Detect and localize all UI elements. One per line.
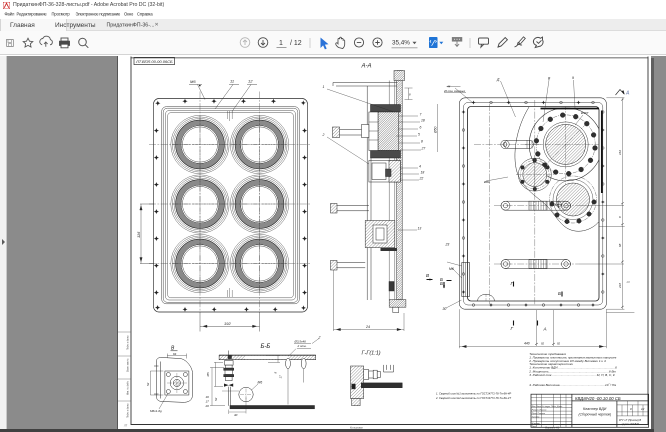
svg-text:20: 20	[205, 404, 210, 408]
svg-text:12: 12	[248, 79, 253, 84]
svg-text:Н.контр.: Н.контр.	[532, 423, 541, 425]
svg-text:М6: М6	[258, 381, 263, 385]
svg-text:24: 24	[365, 325, 370, 329]
svg-text:группа ЛИ-В26: группа ЛИ-В26	[622, 423, 640, 426]
svg-text:20: 20	[626, 280, 631, 284]
svg-text:440: 440	[524, 342, 530, 346]
svg-text:/ 12: / 12	[290, 40, 302, 47]
svg-text:9: 9	[572, 76, 574, 80]
svg-text:92: 92	[557, 342, 561, 346]
svg-text:52: 52	[214, 397, 218, 401]
svg-text:4. Рабочая Величина...........: 4. Рабочая Величина.....................…	[529, 383, 616, 387]
svg-text:92: 92	[541, 342, 545, 346]
svg-text:А: А	[625, 91, 630, 97]
svg-text:М6х1-6g: М6х1-6g	[150, 409, 162, 413]
svg-text:Подп. и дата: Подп. и дата	[127, 403, 130, 418]
svg-text:Г-Г(1:1): Г-Г(1:1)	[362, 351, 381, 357]
svg-text:162: 162	[618, 150, 622, 155]
svg-text:Ø3,5х46: Ø3,5х46	[294, 340, 307, 344]
svg-text:Изм Лист № докум. Подп. Дата: Изм Лист № докум. Подп. Дата	[532, 405, 563, 408]
svg-text:17: 17	[206, 400, 210, 404]
svg-text:2 отв.: 2 отв.	[297, 344, 307, 348]
svg-text:А-А: А-А	[361, 64, 372, 70]
svg-text:Ø50: Ø50	[434, 126, 438, 134]
svg-text:5: 5	[418, 133, 420, 137]
svg-text:ЛТ.ВПЛ.00-00.06СБ: ЛТ.ВПЛ.00-00.06СБ	[135, 59, 173, 64]
svg-text:1: 1	[323, 85, 325, 89]
svg-text:18: 18	[421, 171, 425, 175]
svg-text:Утв.: Утв.	[532, 426, 537, 428]
svg-text:8: 8	[409, 93, 411, 97]
svg-text:Б: Б	[558, 291, 561, 296]
svg-text:Копировал: Копировал	[350, 425, 363, 429]
svg-text:30: 30	[443, 307, 447, 311]
svg-text:116: 116	[136, 231, 141, 238]
svg-text:52: 52	[146, 382, 150, 386]
svg-text:2. Сварной шов №2 выполнять п: 2. Сварной шов №2 выполнять по ГОСТ14771…	[435, 396, 511, 400]
svg-text:Подп. и дата: Подп. и дата	[127, 335, 130, 350]
svg-text:КВДИН20 -00.10.00 СБ: КВДИН20 -00.10.00 СБ	[575, 396, 621, 401]
svg-text:В: В	[426, 273, 429, 278]
svg-text:192: 192	[224, 321, 231, 326]
svg-text:3. Рабочий ток................: 3. Рабочий ток..........................…	[529, 373, 615, 377]
svg-text:23: 23	[445, 243, 450, 247]
svg-text:12: 12	[641, 407, 645, 411]
svg-text:11: 11	[230, 79, 234, 84]
svg-text:М5: М5	[206, 372, 210, 376]
svg-text:М6: М6	[190, 79, 196, 84]
svg-text:А: А	[543, 327, 547, 332]
svg-text:Т.контр.: Т.контр.	[532, 416, 541, 418]
svg-text:В: В	[548, 77, 551, 81]
svg-text:18: 18	[421, 119, 425, 123]
svg-text:Д: Д	[496, 78, 500, 82]
svg-text:Кластер ВДИ: Кластер ВДИ	[583, 407, 607, 411]
svg-text:1: 1	[279, 40, 283, 47]
svg-text:Ø167: Ø167	[580, 111, 589, 115]
svg-text:40: 40	[234, 413, 238, 417]
svg-text:64: 64	[173, 352, 177, 356]
svg-text:8: 8	[421, 140, 423, 144]
svg-text:ЛТ: ЛТ	[123, 425, 128, 428]
svg-text:4: 4	[419, 165, 421, 169]
svg-text:1. Сварной шов №1 выполнять п: 1. Сварной шов №1 выполнять по ГОСТ14771…	[436, 392, 511, 396]
svg-text:68: 68	[618, 243, 622, 247]
svg-text:(Сборочный чертеж): (Сборочный чертеж)	[579, 413, 612, 417]
svg-text:2: 2	[318, 336, 321, 340]
svg-text:8: 8	[618, 216, 622, 218]
svg-text:13: 13	[418, 227, 422, 231]
svg-text:Разраб. Иванов: Разраб. Иванов	[532, 410, 547, 412]
svg-text:2: 2	[322, 133, 325, 137]
svg-text:Взам. инв.№: Взам. инв.№	[127, 358, 130, 372]
svg-text:6: 6	[420, 126, 422, 130]
svg-text:7: 7	[420, 113, 422, 117]
svg-text:22: 22	[419, 177, 424, 181]
svg-text:Б: Б	[440, 281, 443, 286]
svg-text:35,4%: 35,4%	[392, 40, 410, 47]
svg-text:16: 16	[206, 395, 210, 399]
svg-text:0: 0	[630, 407, 632, 411]
svg-text:27: 27	[421, 147, 426, 151]
svg-text:Б-Б: Б-Б	[261, 344, 271, 350]
svg-text:РГУ иТ (Прилож) В: РГУ иТ (Прилож) В	[619, 419, 641, 422]
svg-text:8: 8	[274, 372, 278, 374]
svg-text:218: 218	[618, 283, 622, 289]
svg-text:Инв. № дубл.: Инв. № дубл.	[127, 381, 130, 395]
svg-text:Г: Г	[511, 326, 514, 331]
svg-text:Пров. Петров: Пров. Петров	[532, 413, 545, 415]
svg-text:17: 17	[279, 375, 283, 379]
